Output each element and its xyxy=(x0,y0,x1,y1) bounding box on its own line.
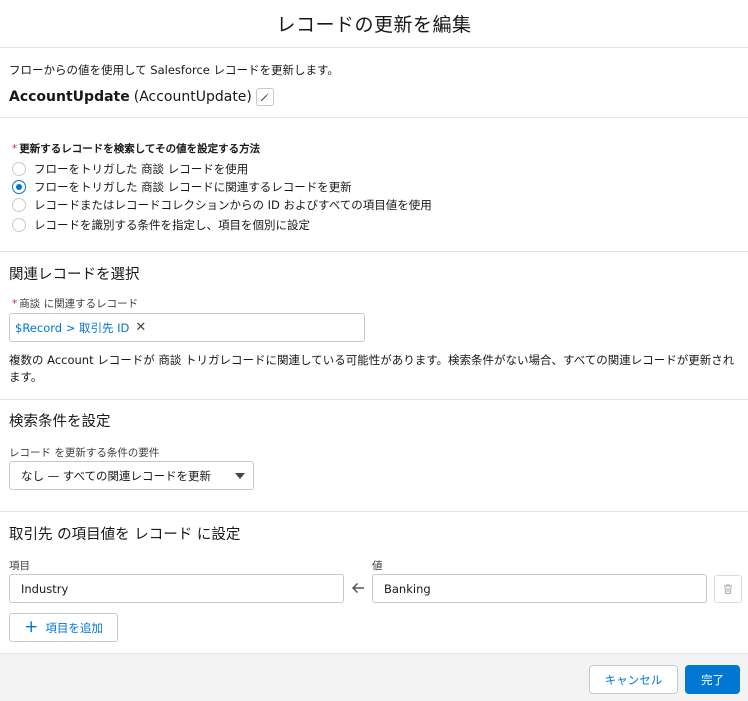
related-section-title: 関連レコードを選択 xyxy=(9,267,140,283)
field-input[interactable]: Industry xyxy=(9,574,344,603)
pencil-icon xyxy=(261,92,269,101)
modal-title: レコードの更新を編集 xyxy=(276,14,472,36)
filter-section-title: 検索条件を設定 xyxy=(9,414,111,430)
value-input[interactable]: Banking xyxy=(372,574,707,603)
required-marker: * xyxy=(12,297,18,310)
method-label: * 更新するレコードを検索してその値を設定する方法 xyxy=(12,142,261,156)
element-name-row: AccountUpdate (AccountUpdate) xyxy=(9,88,274,106)
related-field-label: * 商談 に関連するレコード xyxy=(12,297,139,311)
method-option-2[interactable]: フローをトリガした 商談 レコードに関連するレコードを更新 xyxy=(12,179,352,195)
method-option-4[interactable]: レコードを識別する条件を指定し、項目を個別に設定 xyxy=(12,217,310,233)
radio-button[interactable] xyxy=(12,198,26,212)
record-pill: $Record > 取引先 ID ✕ xyxy=(15,320,146,336)
radio-button[interactable] xyxy=(12,162,26,176)
method-option-1[interactable]: フローをトリガした 商談 レコードを使用 xyxy=(12,161,248,177)
related-record-input[interactable]: $Record > 取引先 ID ✕ xyxy=(9,313,365,342)
arrow-left-icon xyxy=(351,582,364,594)
filter-condition-select[interactable]: なし — すべての関連レコードを更新 xyxy=(9,461,254,490)
add-field-button[interactable]: + 項目を追加 xyxy=(9,613,118,642)
element-api-name: (AccountUpdate) xyxy=(133,89,252,105)
delete-row-button[interactable] xyxy=(714,575,742,603)
required-marker: * xyxy=(12,142,18,155)
filter-field-label: レコード を更新する条件の要件 xyxy=(9,447,160,459)
remove-pill-icon[interactable]: ✕ xyxy=(135,321,146,334)
done-button[interactable]: 完了 xyxy=(685,665,740,694)
radio-button-checked[interactable] xyxy=(12,180,26,194)
plus-icon: + xyxy=(24,617,39,637)
fields-section-title: 取引先 の項目値を レコード に設定 xyxy=(9,527,241,543)
cancel-button[interactable]: キャンセル xyxy=(589,665,678,694)
filter-selected-value: なし — すべての関連レコードを更新 xyxy=(21,468,212,483)
edit-name-button[interactable] xyxy=(255,88,274,106)
related-info-text: 複数の Account レコードが 商談 トリガレコードに関連している可能性があ… xyxy=(9,353,735,384)
trash-icon xyxy=(724,584,732,594)
record-pill-label: $Record > 取引先 ID xyxy=(15,320,130,335)
radio-button[interactable] xyxy=(12,218,26,232)
method-option-3[interactable]: レコードまたはレコードコレクションからの ID およびすべての項目値を使用 xyxy=(12,197,432,213)
intro-section xyxy=(0,48,748,118)
element-label: AccountUpdate xyxy=(9,89,130,105)
value-column-label: 値 xyxy=(372,560,383,572)
field-column-label: 項目 xyxy=(9,560,30,572)
modal-header: レコードの更新を編集 xyxy=(0,0,748,48)
intro-description: フローからの値を使用して Salesforce レコードを更新します。 xyxy=(9,63,339,77)
caret-down-icon xyxy=(235,473,245,479)
